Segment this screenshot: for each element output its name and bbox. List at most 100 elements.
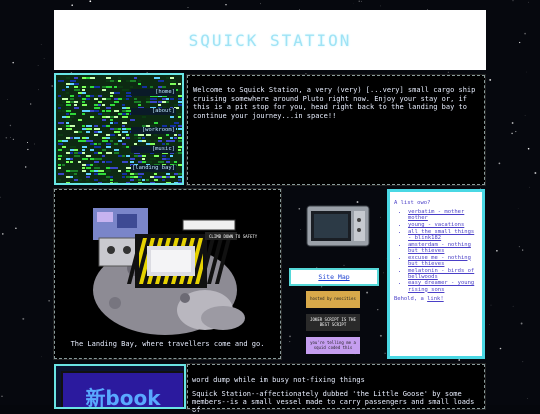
pixel [66, 110, 71, 112]
song-link[interactable]: amsterdam - nothing but thieves [408, 242, 471, 254]
pixel [78, 119, 82, 121]
pixel [70, 146, 76, 148]
pixel [182, 155, 184, 157]
pixel [66, 149, 70, 151]
list-item: verbatim - mother mother [408, 209, 478, 221]
intro-panel: Welcome to Squick Station, a very (very)… [187, 75, 485, 185]
pixel [106, 113, 110, 115]
pixel [98, 95, 102, 97]
song-link[interactable]: verbatim - mother mother [408, 209, 464, 221]
pixel [134, 77, 137, 79]
pixel [110, 95, 113, 97]
pixel [82, 152, 85, 154]
pixel [106, 146, 111, 148]
pixel [78, 101, 81, 103]
pixel [82, 146, 87, 148]
song-link[interactable]: melatonin - birds of bellwoods [408, 268, 474, 280]
pixel [106, 170, 111, 172]
star [361, 1, 362, 2]
pixel [178, 173, 183, 175]
pixel [178, 113, 183, 115]
pixel [138, 83, 141, 85]
star [225, 4, 226, 5]
pixel [110, 140, 113, 142]
pixel [98, 101, 102, 103]
pixel [102, 119, 106, 121]
nav-link-workroom[interactable]: [workroom] [131, 127, 176, 134]
pixel [106, 125, 110, 127]
song-link[interactable]: easy dreamer - young rising sons [408, 280, 474, 292]
pixel [118, 77, 121, 79]
pixel [62, 155, 68, 157]
star [525, 115, 526, 116]
pixel [126, 107, 130, 109]
nav-link-about[interactable]: [about] [131, 108, 176, 115]
pixel [182, 131, 184, 133]
star [448, 72, 449, 73]
pixel [170, 80, 176, 82]
pixel [178, 152, 184, 154]
pixel [118, 128, 121, 130]
pixel [126, 113, 129, 115]
star [534, 172, 536, 174]
pixel [110, 116, 114, 118]
nav-link-landing-bay[interactable]: [landing bay] [131, 165, 176, 172]
star [489, 324, 490, 325]
star [527, 398, 528, 399]
behold-link[interactable]: link! [427, 296, 444, 302]
pixel [178, 164, 182, 166]
pixel [170, 83, 176, 85]
nav-links: [home] [about] [workroom] [music] [landi… [131, 89, 176, 184]
nav-link-home[interactable]: [home] [131, 89, 176, 96]
star [51, 85, 53, 87]
pixel [178, 182, 183, 184]
star [30, 103, 31, 104]
footer-prefix: Behold, a [394, 296, 427, 302]
landing-bay-panel: CLIMB DOWN TO SAFETY The Landing Bay, wh… [54, 189, 281, 359]
pixel [58, 179, 61, 181]
microwave-image [289, 186, 389, 266]
pixel [62, 101, 65, 103]
shinbook-banner[interactable]: 新book [61, 371, 185, 409]
pixel [66, 113, 69, 115]
pixel [182, 107, 184, 109]
pixel [102, 104, 105, 106]
pixel [82, 89, 85, 91]
song-link[interactable]: excuse me - nothing but thieves [408, 255, 471, 267]
pixel [182, 98, 184, 100]
star [511, 133, 513, 135]
pixel [94, 128, 100, 130]
sitemap-link[interactable]: Site Map [318, 273, 349, 281]
pixel [98, 152, 102, 154]
pixel [62, 164, 65, 166]
pixel [74, 182, 80, 184]
pixel [82, 92, 86, 94]
pixel [90, 164, 93, 166]
pixel [66, 107, 70, 109]
pixel [90, 77, 95, 79]
song-list-footer: Behold, a link! [394, 296, 478, 302]
pixel [102, 155, 105, 157]
song-link[interactable]: all the small things - blink182 [408, 229, 474, 241]
nav-link-music[interactable]: [music] [131, 146, 176, 153]
pixel [82, 158, 88, 160]
pixel [70, 170, 74, 172]
pixel [150, 86, 153, 88]
pixel [58, 173, 64, 175]
song-link[interactable]: young - vacations [408, 222, 464, 228]
pixel [66, 119, 72, 121]
star [41, 357, 42, 358]
pixel [114, 92, 120, 94]
list-item: easy dreamer - young rising sons [408, 280, 478, 292]
pixel [122, 122, 127, 124]
pixel [94, 167, 100, 169]
neocities-badge[interactable]: hosted by neocities [306, 291, 360, 308]
pixel [110, 167, 114, 169]
pixel [66, 104, 71, 106]
star [524, 33, 526, 35]
pixel [182, 128, 184, 130]
pixel [66, 92, 69, 94]
joker-script-badge-text: JOKER SCRIPT IS THE BEST SCRIPT [306, 318, 360, 327]
pixel [106, 161, 112, 163]
pixel [166, 77, 169, 79]
